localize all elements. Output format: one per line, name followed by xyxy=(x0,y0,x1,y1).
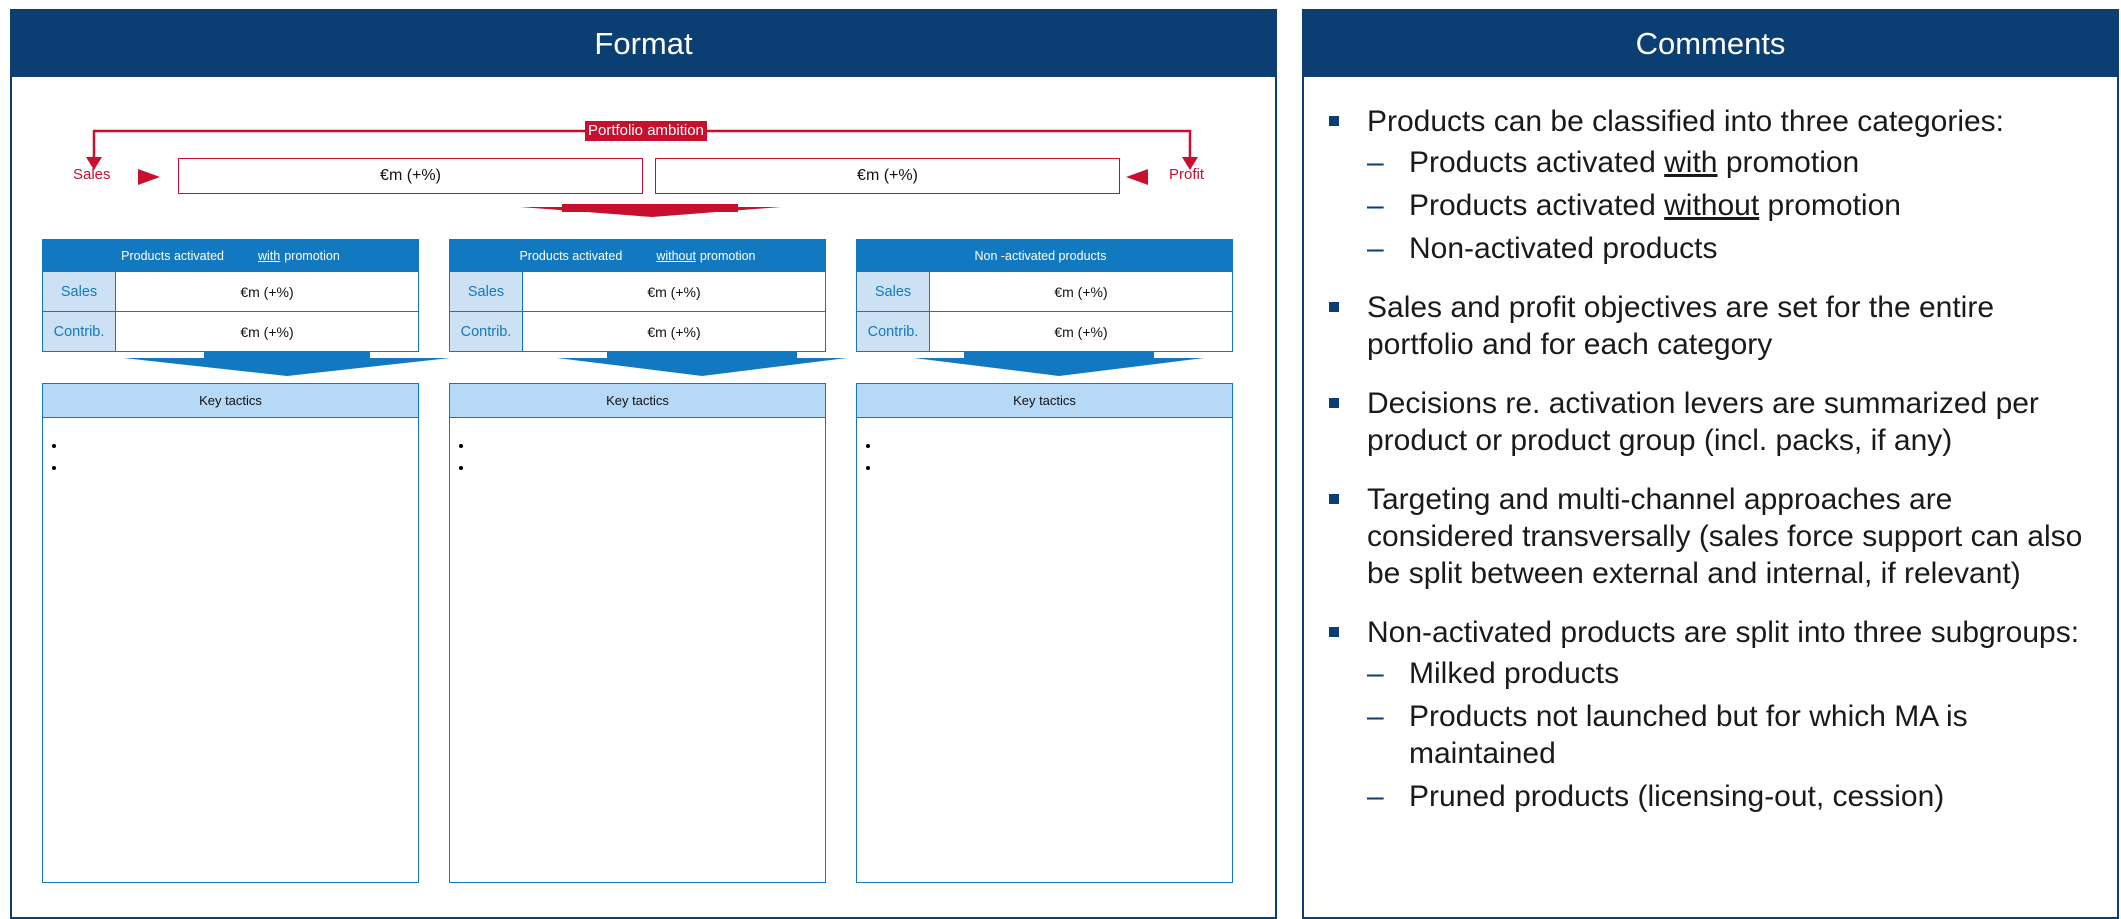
category-header: Products activated without promotion xyxy=(449,239,826,272)
sales-target-box: €m (+%) xyxy=(178,158,643,194)
blue-down-arrow-3 xyxy=(914,352,1204,376)
key-tactics-title: Key tactics xyxy=(43,384,418,418)
tactics-bullet-list xyxy=(43,434,418,478)
row-value: €m (+%) xyxy=(240,323,294,340)
key-tactics-title: Key tactics xyxy=(857,384,1232,418)
row-value: €m (+%) xyxy=(1054,323,1108,340)
sales-row: Sales €m (+%) xyxy=(857,272,1232,311)
profit-left-arrowhead xyxy=(1126,169,1148,185)
comments-list: Products can be classified into three ca… xyxy=(1326,103,2097,837)
comment-sub-list: Milked products Products not launched bu… xyxy=(1367,655,2097,815)
profit-target-box: €m (+%) xyxy=(655,158,1120,194)
profit-side-label: Profit xyxy=(1169,166,1205,183)
format-panel: Format Portfolio ambition Sales Profit €… xyxy=(10,9,1277,919)
ambition-to-categories-arrow-body xyxy=(562,204,738,212)
portfolio-ambition-label: Portfolio ambition xyxy=(585,121,707,141)
comment-item: Products can be classified into three ca… xyxy=(1326,103,2097,267)
tactics-bullet-list xyxy=(450,434,825,478)
category-header: Non -activated products xyxy=(856,239,1233,272)
category-table: Sales €m (+%) Contrib. €m (+%) xyxy=(449,272,826,352)
row-label: Contrib. xyxy=(857,312,930,351)
comment-sub-list: Products activated with promotion Produc… xyxy=(1367,144,2097,267)
row-value: €m (+%) xyxy=(1054,283,1108,300)
category-without-promotion: Products activated without promotion Sal… xyxy=(449,239,826,352)
row-label: Sales xyxy=(450,272,523,311)
comment-sub-item: Products not launched but for which MA i… xyxy=(1367,698,2097,772)
comments-panel: Comments Products can be classified into… xyxy=(1302,9,2119,919)
tactics-bullet xyxy=(67,434,418,456)
row-value: €m (+%) xyxy=(647,323,701,340)
comments-panel-title: Comments xyxy=(1304,11,2117,77)
comment-item: Targeting and multi-channel approaches a… xyxy=(1326,481,2097,592)
tactics-bullet-list xyxy=(857,434,1232,478)
row-value: €m (+%) xyxy=(240,283,294,300)
blue-down-arrow-1 xyxy=(124,352,450,376)
row-label: Sales xyxy=(857,272,930,311)
comment-item: Decisions re. activation levers are summ… xyxy=(1326,385,2097,459)
tactics-bullet xyxy=(474,434,825,456)
comment-sub-item: Products activated without promotion xyxy=(1367,187,2097,224)
sales-row: Sales €m (+%) xyxy=(450,272,825,311)
key-tactics-box-1: Key tactics xyxy=(42,383,419,883)
tactics-bullet xyxy=(881,434,1232,456)
comment-sub-item: Pruned products (licensing-out, cession) xyxy=(1367,778,2097,815)
category-table: Sales €m (+%) Contrib. €m (+%) xyxy=(856,272,1233,352)
tactics-bullet xyxy=(67,456,418,478)
contrib-row: Contrib. €m (+%) xyxy=(857,311,1232,351)
sales-right-arrowhead xyxy=(138,169,160,185)
category-with-promotion: Products activated with promotion Sales … xyxy=(42,239,419,352)
comment-sub-item: Milked products xyxy=(1367,655,2097,692)
category-non-activated: Non -activated products Sales €m (+%) Co… xyxy=(856,239,1233,352)
contrib-row: Contrib. €m (+%) xyxy=(450,311,825,351)
tactics-bullet xyxy=(474,456,825,478)
tactics-bullet xyxy=(881,456,1232,478)
comment-sub-item: Products activated with promotion xyxy=(1367,144,2097,181)
row-value: €m (+%) xyxy=(647,283,701,300)
sales-row: Sales €m (+%) xyxy=(43,272,418,311)
contrib-row: Contrib. €m (+%) xyxy=(43,311,418,351)
key-tactics-title: Key tactics xyxy=(450,384,825,418)
category-header: Products activated with promotion xyxy=(42,239,419,272)
key-tactics-box-2: Key tactics xyxy=(449,383,826,883)
key-tactics-box-3: Key tactics xyxy=(856,383,1233,883)
row-label: Sales xyxy=(43,272,116,311)
row-label: Contrib. xyxy=(450,312,523,351)
comment-sub-item: Non-activated products xyxy=(1367,230,2097,267)
row-label: Contrib. xyxy=(43,312,116,351)
comment-item: Sales and profit objectives are set for … xyxy=(1326,289,2097,363)
category-table: Sales €m (+%) Contrib. €m (+%) xyxy=(42,272,419,352)
comment-item: Non-activated products are split into th… xyxy=(1326,614,2097,815)
blue-down-arrow-2 xyxy=(557,352,847,376)
sales-side-label: Sales xyxy=(73,166,111,183)
